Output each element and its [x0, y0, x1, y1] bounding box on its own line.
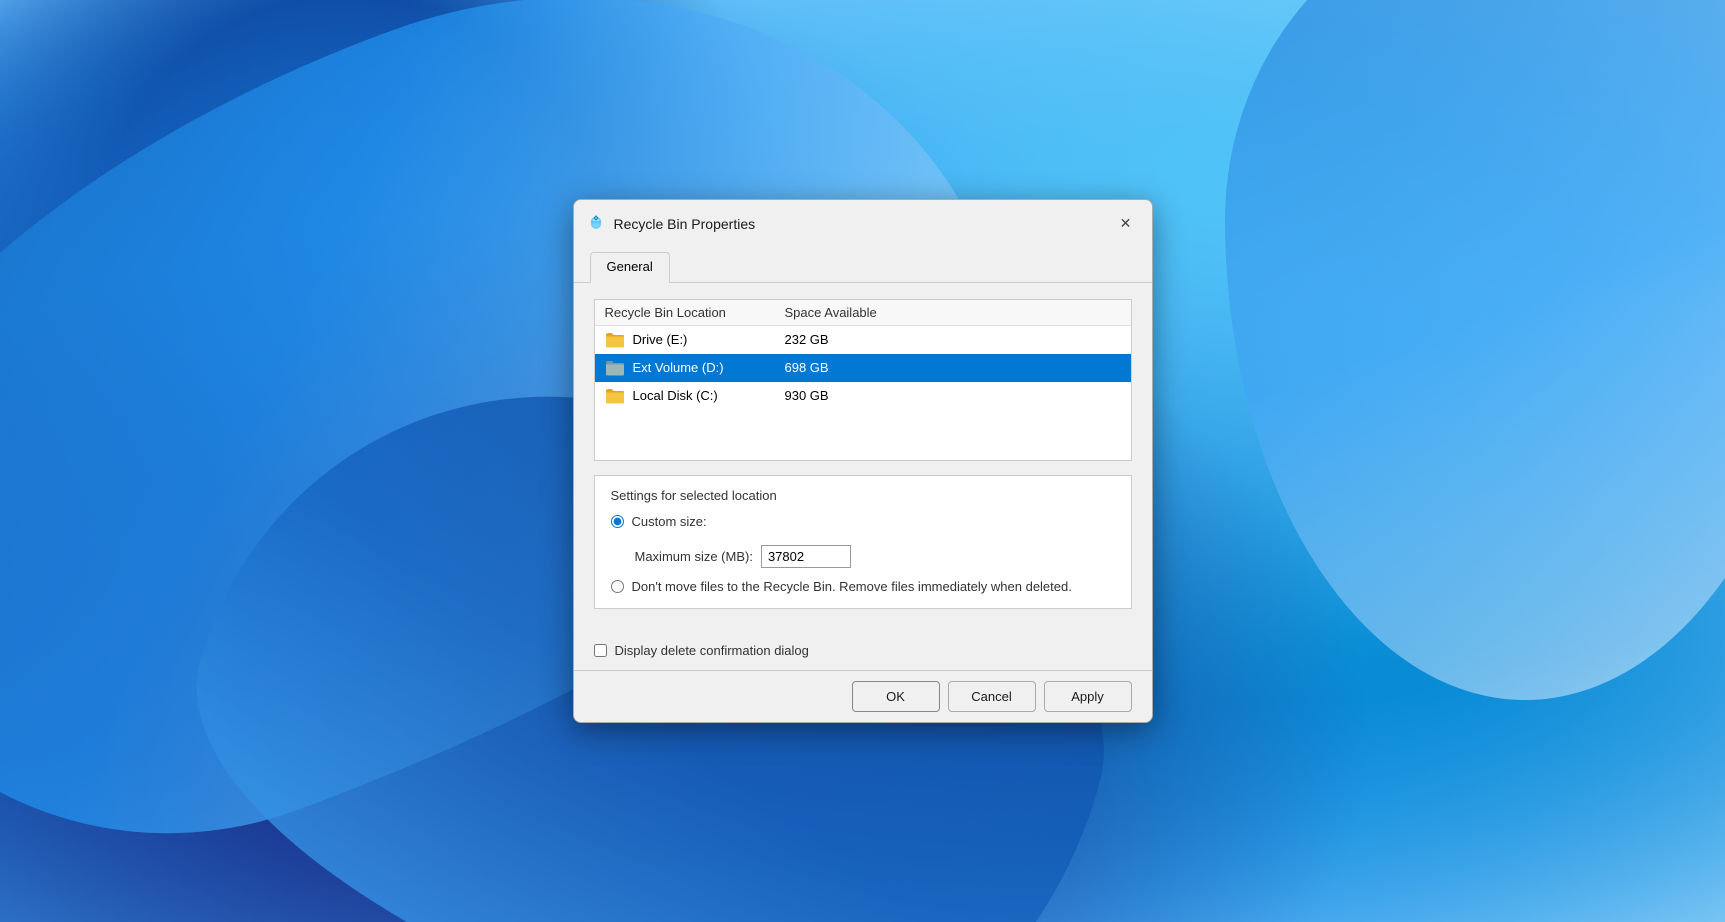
- folder-icon-c: [605, 387, 625, 405]
- max-size-row: Maximum size (MB):: [611, 545, 1115, 568]
- custom-size-radio[interactable]: [611, 515, 624, 528]
- drive-list-spacer: [595, 410, 1131, 460]
- radio-item-custom-size: Custom size:: [611, 513, 1115, 531]
- apply-button[interactable]: Apply: [1044, 681, 1132, 712]
- recycle-bin-properties-dialog: Recycle Bin Properties ✕ General Recycle…: [573, 199, 1153, 723]
- checkbox-item-confirm-delete: Display delete confirmation dialog: [594, 643, 1132, 658]
- col-location-header: Recycle Bin Location: [605, 305, 785, 320]
- drive-row-e[interactable]: Drive (E:) 232 GB: [595, 326, 1131, 354]
- drive-row-c[interactable]: Local Disk (C:) 930 GB: [595, 382, 1131, 410]
- dialog-titlebar: Recycle Bin Properties ✕: [574, 200, 1152, 246]
- col-space-header: Space Available: [785, 305, 1121, 320]
- folder-icon-d: [605, 359, 625, 377]
- custom-size-label: Custom size:: [632, 513, 707, 531]
- drive-name-d: Ext Volume (D:): [633, 360, 785, 375]
- drive-list-container: Recycle Bin Location Space Available Dri…: [594, 299, 1132, 461]
- dialog-overlay: Recycle Bin Properties ✕ General Recycle…: [573, 199, 1153, 723]
- ok-button[interactable]: OK: [852, 681, 940, 712]
- radio-group: Custom size: Maximum size (MB): Don't mo…: [611, 513, 1115, 596]
- drive-space-e: 232 GB: [785, 332, 1121, 347]
- folder-icon-e: [605, 331, 625, 349]
- drive-space-c: 930 GB: [785, 388, 1121, 403]
- settings-title: Settings for selected location: [611, 488, 1115, 503]
- confirm-delete-checkbox[interactable]: [594, 644, 607, 657]
- max-size-input[interactable]: [761, 545, 851, 568]
- close-button[interactable]: ✕: [1112, 210, 1140, 238]
- recycle-bin-icon: [586, 214, 606, 234]
- cancel-button[interactable]: Cancel: [948, 681, 1036, 712]
- tab-general[interactable]: General: [590, 252, 670, 283]
- max-size-label: Maximum size (MB):: [635, 549, 753, 564]
- drive-name-c: Local Disk (C:): [633, 388, 785, 403]
- confirm-delete-label: Display delete confirmation dialog: [615, 643, 809, 658]
- dialog-tabs: General: [574, 246, 1152, 283]
- dialog-title: Recycle Bin Properties: [614, 216, 1104, 232]
- drive-name-e: Drive (E:): [633, 332, 785, 347]
- checkbox-section: Display delete confirmation dialog: [574, 635, 1152, 670]
- radio-item-no-move: Don't move files to the Recycle Bin. Rem…: [611, 578, 1115, 596]
- dialog-content: Recycle Bin Location Space Available Dri…: [574, 283, 1152, 635]
- no-move-label: Don't move files to the Recycle Bin. Rem…: [632, 578, 1072, 596]
- drive-space-d: 698 GB: [785, 360, 1121, 375]
- settings-section: Settings for selected location Custom si…: [594, 475, 1132, 609]
- drive-row-d[interactable]: Ext Volume (D:) 698 GB: [595, 354, 1131, 382]
- no-move-radio[interactable]: [611, 580, 624, 593]
- drive-list-header: Recycle Bin Location Space Available: [595, 300, 1131, 326]
- dialog-footer: OK Cancel Apply: [574, 670, 1152, 722]
